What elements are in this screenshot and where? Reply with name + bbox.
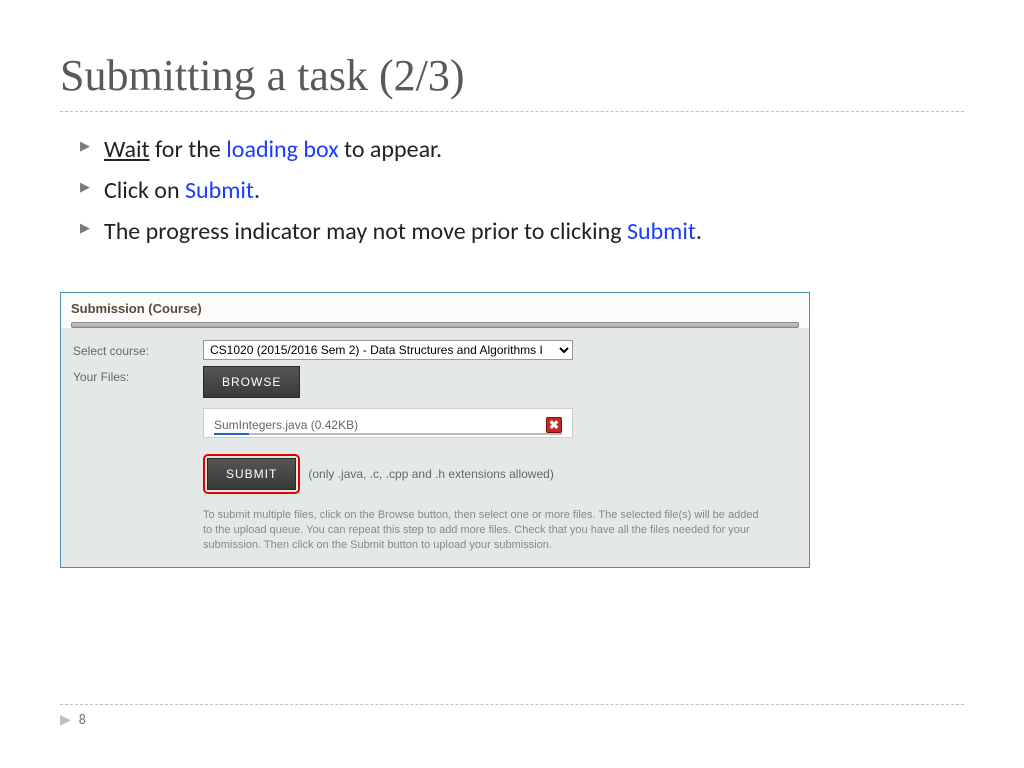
text: . bbox=[696, 217, 702, 246]
submit-highlight: SUBMIT bbox=[203, 454, 300, 494]
text: for the bbox=[150, 135, 227, 164]
your-files-label: Your Files: bbox=[73, 366, 193, 494]
submit-term: Submit bbox=[185, 176, 254, 205]
text: The progress indicator may not move prio… bbox=[104, 217, 627, 246]
submit-button[interactable]: SUBMIT bbox=[207, 458, 296, 490]
footer-marker-icon: ▶ bbox=[60, 711, 71, 728]
loading-box-term: loading box bbox=[226, 135, 338, 164]
instruction-list: Wait for the loading box to appear. Clic… bbox=[80, 130, 964, 252]
select-course-label: Select course: bbox=[73, 340, 193, 360]
page-number: 8 bbox=[79, 711, 86, 728]
panel-title: Submission (Course) bbox=[61, 293, 809, 322]
bullet-click-submit: Click on Submit. bbox=[80, 171, 964, 212]
help-text: To submit multiple files, click on the B… bbox=[203, 508, 763, 553]
bullet-wait: Wait for the loading box to appear. bbox=[80, 130, 964, 171]
upload-progress bbox=[214, 433, 562, 435]
file-name: SumIntegers.java (0.42KB) bbox=[214, 418, 358, 432]
slide-footer: ▶ 8 bbox=[60, 704, 964, 728]
text: to appear. bbox=[339, 135, 442, 164]
wait-word: Wait bbox=[104, 135, 150, 164]
file-row: SumIntegers.java (0.42KB) ✖ bbox=[203, 408, 573, 438]
bullet-progress: The progress indicator may not move prio… bbox=[80, 212, 964, 253]
submit-term: Submit bbox=[627, 217, 696, 246]
remove-file-icon[interactable]: ✖ bbox=[546, 417, 562, 433]
course-select[interactable]: CS1020 (2015/2016 Sem 2) - Data Structur… bbox=[203, 340, 573, 360]
submission-panel: Submission (Course) Select course: CS102… bbox=[60, 292, 810, 568]
extensions-hint: (only .java, .c, .cpp and .h extensions … bbox=[308, 467, 553, 481]
browse-button[interactable]: BROWSE bbox=[203, 366, 300, 398]
slide-title: Submitting a task (2/3) bbox=[60, 50, 964, 112]
text: . bbox=[254, 176, 260, 205]
text: Click on bbox=[104, 176, 185, 205]
